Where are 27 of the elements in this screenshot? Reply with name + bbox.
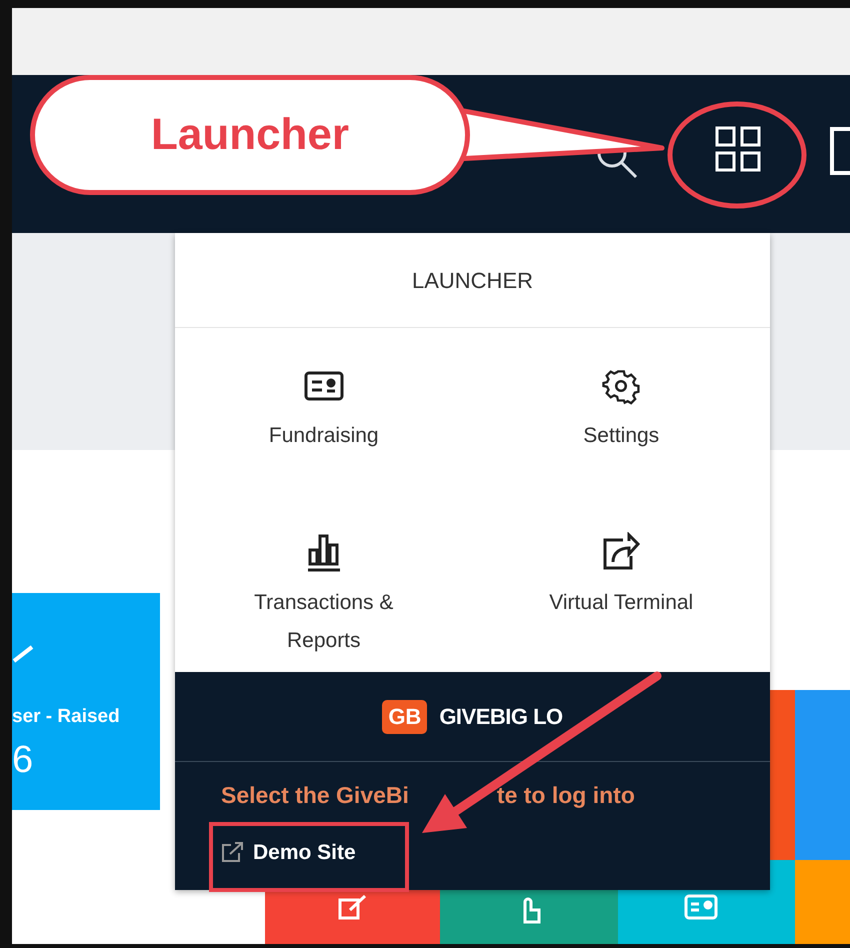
login-prompt: Select the GiveBi [221, 781, 409, 810]
edit-icon [338, 894, 368, 920]
bar-chart-icon [306, 532, 341, 572]
dashboard-tile[interactable] [770, 690, 795, 860]
dashboard-tile[interactable] [440, 890, 618, 944]
window-icon[interactable] [830, 127, 850, 175]
launcher-title: LAUNCHER [175, 233, 770, 328]
external-link-icon [221, 841, 245, 864]
share-icon [601, 532, 642, 572]
id-card-icon [684, 894, 718, 920]
launcher-item[interactable]: Settings [472, 366, 770, 531]
login-prompt: te to log into [496, 781, 635, 810]
launcher-item[interactable]: Transactions & Reports [175, 531, 472, 693]
givebig-logo: GB [382, 700, 428, 734]
dashboard-tile[interactable] [770, 860, 795, 900]
stat-value: 6 [12, 738, 34, 782]
launcher-item[interactable]: Virtual Terminal [472, 531, 770, 693]
site-link[interactable]: Demo Site [175, 812, 770, 868]
grid-icon[interactable] [714, 125, 762, 173]
dashboard-tile[interactable] [618, 900, 795, 944]
launcher-item[interactable]: Fundraising [175, 366, 472, 531]
dashboard-tile[interactable] [795, 690, 850, 860]
gear-icon [602, 367, 640, 405]
login-title: GIVEBIG LO [439, 703, 563, 731]
stat-label: ser - Raised [12, 705, 120, 729]
callout-bubble: Launcher [30, 75, 470, 195]
dashboard-tile[interactable] [265, 890, 440, 944]
